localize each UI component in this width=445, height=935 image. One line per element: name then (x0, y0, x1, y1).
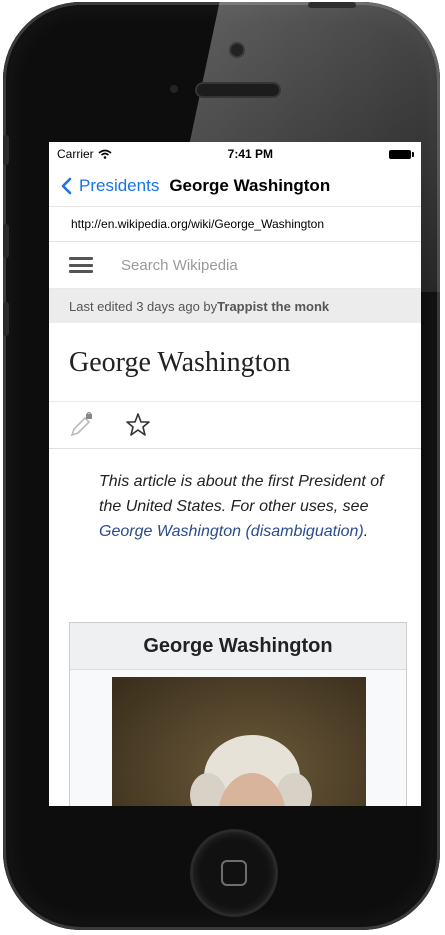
search-bar: Search Wikipedia (49, 242, 421, 289)
star-icon[interactable] (125, 412, 151, 438)
infobox: George Washington (69, 622, 407, 806)
infobox-title: George Washington (70, 623, 406, 670)
hatnote-end: . (363, 523, 369, 540)
carrier-label: Carrier (57, 147, 94, 161)
navigation-bar: Presidents George Washington (49, 166, 421, 207)
url-field[interactable]: http://en.wikipedia.org/wiki/George_Wash… (49, 207, 421, 242)
hatnote: This article is about the first Presiden… (49, 449, 421, 544)
phone-frame: Carrier 7:41 PM Presidents George Washin… (3, 2, 440, 930)
portrait-image[interactable] (112, 677, 366, 806)
phone-screen: Carrier 7:41 PM Presidents George Washin… (49, 142, 421, 806)
hatnote-text: This article is about the first Presiden… (99, 473, 384, 515)
hamburger-icon[interactable] (69, 257, 93, 273)
page-title: George Washington (69, 347, 291, 378)
back-label: Presidents (79, 176, 160, 195)
article-toolbar (49, 402, 421, 449)
mute-switch (3, 135, 9, 165)
search-input[interactable]: Search Wikipedia (121, 257, 238, 274)
sleep-button (308, 2, 356, 8)
status-bar: Carrier 7:41 PM (49, 142, 421, 166)
nav-title: George Washington (169, 176, 331, 195)
wifi-icon (98, 149, 112, 159)
last-edited-banner[interactable]: Last edited 3 days ago by Trappist the m… (49, 289, 421, 323)
home-square-icon (221, 860, 247, 886)
disambiguation-link[interactable]: George Washington (disambiguation) (99, 523, 364, 540)
pencil-lock-icon[interactable] (69, 412, 95, 438)
volume-up-button (3, 224, 9, 258)
url-text: http://en.wikipedia.org/wiki/George_Wash… (71, 217, 325, 231)
home-button[interactable] (193, 832, 275, 914)
washington-portrait-icon (112, 677, 366, 806)
last-edited-text: Last edited 3 days ago by (69, 298, 218, 314)
battery-icon (389, 149, 414, 159)
earpiece-speaker (197, 84, 279, 96)
clock: 7:41 PM (227, 147, 274, 161)
last-edited-user: Trappist the monk (217, 298, 330, 314)
chevron-left-icon (61, 177, 72, 195)
proximity-sensor (170, 85, 178, 93)
volume-down-button (3, 302, 9, 336)
back-button[interactable]: Presidents (59, 176, 159, 196)
front-camera (231, 44, 243, 56)
